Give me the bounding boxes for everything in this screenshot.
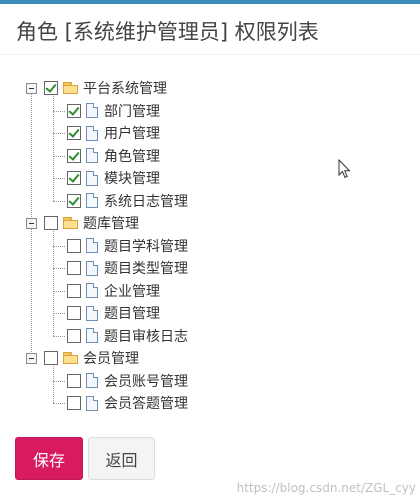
file-icon <box>86 170 98 186</box>
node-checkbox[interactable] <box>67 328 81 343</box>
node-checkbox[interactable] <box>67 103 81 118</box>
node-label[interactable]: 题目管理 <box>104 303 160 323</box>
node-checkbox[interactable] <box>67 171 81 185</box>
tree-connector-line <box>53 403 65 404</box>
tree-connector-line <box>53 366 54 403</box>
tree-node-leaf[interactable]: 会员答题管理 <box>67 392 188 414</box>
node-label[interactable]: 会员答题管理 <box>104 393 188 413</box>
file-icon <box>86 328 98 343</box>
tree-node-leaf[interactable]: 角色管理 <box>67 145 160 167</box>
node-label[interactable]: 题目学科管理 <box>104 236 188 256</box>
tree-node-root[interactable]: 题库管理 <box>26 212 139 234</box>
folder-icon <box>63 82 79 94</box>
node-checkbox[interactable] <box>67 148 81 163</box>
tree-node-leaf[interactable]: 题目管理 <box>67 302 160 324</box>
tree-node-leaf[interactable]: 题目审核日志 <box>67 325 188 347</box>
collapse-toggle-icon[interactable] <box>26 352 37 364</box>
tree-connector-line <box>31 94 32 217</box>
node-label[interactable]: 题目类型管理 <box>104 258 188 278</box>
tree-node-leaf[interactable]: 题目学科管理 <box>67 235 188 257</box>
file-icon <box>86 395 98 411</box>
tree-node-leaf[interactable]: 模块管理 <box>67 167 160 189</box>
tree-node-leaf[interactable]: 企业管理 <box>67 280 160 302</box>
node-label[interactable]: 系统日志管理 <box>104 191 188 211</box>
collapse-toggle-icon[interactable] <box>26 217 37 229</box>
file-icon <box>86 103 98 118</box>
node-label[interactable]: 会员账号管理 <box>104 371 188 391</box>
tree-connector-line <box>31 229 32 352</box>
tree-node-leaf[interactable]: 系统日志管理 <box>67 190 188 212</box>
tree-connector-line <box>53 335 65 337</box>
file-icon <box>86 305 98 321</box>
watermark-text: https://blog.csdn.net/ZGL_cyy <box>236 481 416 495</box>
tree-node-leaf[interactable]: 部门管理 <box>67 100 160 122</box>
node-checkbox[interactable] <box>67 396 81 410</box>
folder-icon <box>63 352 79 364</box>
file-icon <box>86 238 98 253</box>
node-checkbox[interactable] <box>67 306 81 320</box>
node-label[interactable]: 角色管理 <box>104 146 160 166</box>
node-label[interactable]: 企业管理 <box>104 281 160 301</box>
mouse-cursor-icon <box>338 159 351 179</box>
file-icon <box>86 373 98 388</box>
node-checkbox[interactable] <box>44 351 58 365</box>
node-checkbox[interactable] <box>44 216 58 230</box>
tree-connector-line <box>53 231 54 336</box>
file-icon <box>86 283 98 298</box>
node-checkbox[interactable] <box>67 126 81 140</box>
tree-node-leaf[interactable]: 用户管理 <box>67 122 160 144</box>
tree-connector-line <box>53 155 65 157</box>
tree-connector-line <box>53 110 65 112</box>
page-title: 角色 [系统维护管理员] 权限列表 <box>16 20 319 44</box>
tree-node-leaf[interactable]: 题目类型管理 <box>67 257 188 279</box>
tree-node-root[interactable]: 平台系统管理 <box>26 77 167 99</box>
node-checkbox[interactable] <box>67 283 81 298</box>
tree-connector-line <box>53 313 65 314</box>
tree-connector-line <box>53 380 65 382</box>
tree-connector-line <box>53 268 65 269</box>
node-checkbox[interactable] <box>67 238 81 253</box>
file-icon <box>86 260 98 276</box>
node-label[interactable]: 题库管理 <box>83 213 139 233</box>
node-label[interactable]: 用户管理 <box>104 123 160 143</box>
folder-icon <box>63 217 79 229</box>
tree-node-leaf[interactable]: 会员账号管理 <box>67 370 188 392</box>
node-checkbox[interactable] <box>67 373 81 388</box>
tree-connector-line <box>53 133 65 134</box>
node-checkbox[interactable] <box>67 193 81 208</box>
tree-connector-line <box>53 245 65 247</box>
file-icon <box>86 125 98 141</box>
node-label[interactable]: 会员管理 <box>83 348 139 368</box>
file-icon <box>86 148 98 163</box>
tree-connector-line <box>53 96 54 201</box>
collapse-toggle-icon[interactable] <box>26 82 37 94</box>
tree-connector-line <box>53 178 65 179</box>
panel-header: 角色 [系统维护管理员] 权限列表 <box>0 4 420 55</box>
node-checkbox[interactable] <box>44 81 58 95</box>
node-checkbox[interactable] <box>67 261 81 275</box>
file-icon <box>86 193 98 208</box>
node-label[interactable]: 部门管理 <box>104 101 160 121</box>
permission-panel: 角色 [系统维护管理员] 权限列表 平台系统管理部门管理 用户管理角色管理 模块管理… <box>0 0 420 501</box>
tree-connector-line <box>53 200 65 202</box>
tree-connector-line <box>53 290 65 292</box>
node-label[interactable]: 模块管理 <box>104 168 160 188</box>
back-button[interactable]: 返回 <box>88 437 155 480</box>
node-label[interactable]: 平台系统管理 <box>83 78 167 98</box>
node-label[interactable]: 题目审核日志 <box>104 326 188 346</box>
tree-node-root[interactable]: 会员管理 <box>26 347 139 369</box>
save-button[interactable]: 保存 <box>15 437 83 480</box>
